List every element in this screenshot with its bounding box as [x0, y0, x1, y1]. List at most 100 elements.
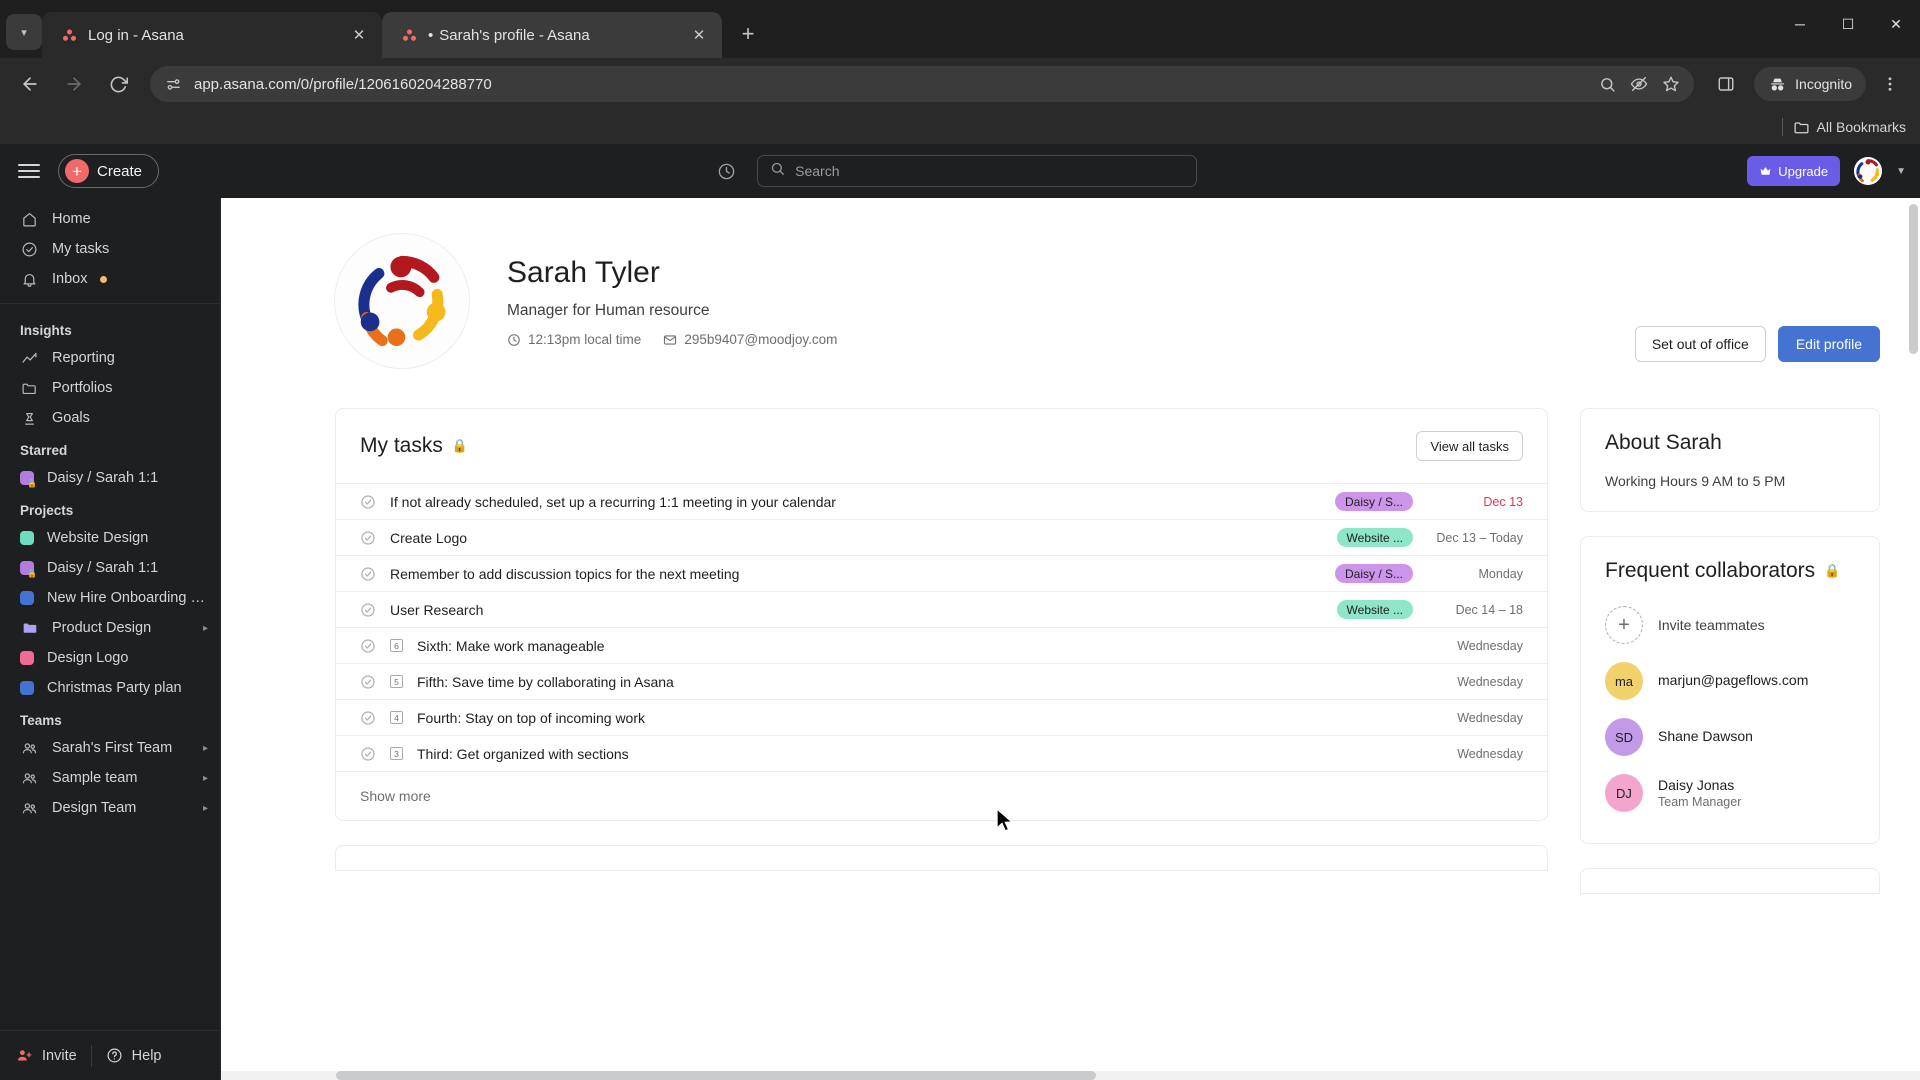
- sidebar-label: Christmas Party plan: [47, 680, 182, 696]
- sidebar-item-christmas-party-plan[interactable]: Christmas Party plan: [0, 673, 220, 703]
- my-tasks-title-group: My tasks 🔒: [360, 434, 1416, 458]
- invite-teammates-row[interactable]: + Invite teammates: [1605, 597, 1855, 653]
- browser-tab-login[interactable]: Log in - Asana ✕: [42, 12, 382, 58]
- close-icon[interactable]: ✕: [346, 22, 372, 48]
- task-due-date: Dec 13 – Today: [1436, 530, 1523, 545]
- browser-tab-profile[interactable]: • Sarah's profile - Asana ✕: [382, 12, 722, 58]
- menu-icon[interactable]: [14, 156, 44, 186]
- sidebar-item-portfolios[interactable]: Portfolios: [0, 373, 220, 403]
- profile-actions: Set out of office Edit profile: [1634, 326, 1880, 362]
- avatar: DJ: [1605, 774, 1643, 812]
- search-icon[interactable]: [1596, 73, 1618, 95]
- forward-icon[interactable]: [54, 64, 94, 104]
- scrollbar-thumb[interactable]: [1909, 204, 1918, 354]
- table-row[interactable]: Remember to add discussion topics for th…: [336, 555, 1547, 591]
- sidebar-item-new-hire-onboarding[interactable]: New Hire Onboarding Ch...: [0, 583, 220, 613]
- sidebar-item-daisy-sarah[interactable]: 🔒 Daisy / Sarah 1:1: [0, 553, 220, 583]
- minimize-icon[interactable]: ─: [1776, 0, 1824, 48]
- project-pill[interactable]: Website ...: [1336, 600, 1413, 619]
- help-button[interactable]: Help: [106, 1047, 162, 1064]
- sidebar-section-teams: Teams: [20, 713, 62, 728]
- hide-tracking-icon[interactable]: [1628, 73, 1650, 95]
- vertical-scrollbar[interactable]: [1909, 204, 1918, 1074]
- upgrade-button[interactable]: Upgrade: [1747, 156, 1841, 186]
- list-item[interactable]: ma marjun@pageflows.com: [1605, 653, 1855, 709]
- table-row[interactable]: If not already scheduled, set up a recur…: [336, 483, 1547, 519]
- recent-activity-icon[interactable]: [709, 154, 743, 188]
- new-tab-button[interactable]: +: [730, 16, 766, 52]
- team-icon: [20, 740, 39, 757]
- project-color-swatch: [20, 591, 34, 605]
- reload-icon[interactable]: [98, 64, 138, 104]
- close-icon[interactable]: ✕: [686, 22, 712, 48]
- chevron-down-icon[interactable]: ▼: [1896, 166, 1906, 177]
- profile-avatar[interactable]: [335, 234, 469, 368]
- table-row[interactable]: 4 Fourth: Stay on top of incoming work W…: [336, 699, 1547, 735]
- sidebar-item-product-design[interactable]: Product Design ▸: [0, 613, 220, 643]
- table-row[interactable]: 3 Third: Get organized with sections Wed…: [336, 735, 1547, 771]
- create-button[interactable]: + Create: [58, 154, 160, 188]
- table-row[interactable]: Create Logo Website ... Dec 13 – Today: [336, 519, 1547, 555]
- list-item[interactable]: SD Shane Dawson: [1605, 709, 1855, 765]
- scrollbar-thumb[interactable]: [336, 1071, 1096, 1080]
- maximize-icon[interactable]: ☐: [1824, 0, 1872, 48]
- incognito-indicator[interactable]: Incognito: [1754, 67, 1866, 101]
- chevron-right-icon[interactable]: ▸: [203, 803, 208, 814]
- site-settings-icon[interactable]: [162, 73, 184, 95]
- back-icon[interactable]: [10, 64, 50, 104]
- about-card: About Sarah Working Hours 9 AM to 5 PM: [1580, 408, 1880, 512]
- profile-role: Manager for Human resource: [507, 302, 710, 319]
- chevron-right-icon[interactable]: ▸: [203, 743, 208, 754]
- chevron-right-icon[interactable]: ▸: [203, 623, 208, 634]
- complete-task-icon[interactable]: [360, 530, 376, 546]
- bookmark-star-icon[interactable]: [1660, 73, 1682, 95]
- side-panel-icon[interactable]: [1706, 64, 1746, 104]
- sidebar-item-website-design[interactable]: Website Design: [0, 523, 220, 553]
- tab-search-button[interactable]: ▾: [6, 14, 42, 50]
- show-more-button[interactable]: Show more: [336, 771, 1547, 820]
- lock-icon: 🔒: [27, 479, 37, 488]
- sidebar-item-sarahs-first-team[interactable]: Sarah's First Team ▸: [0, 733, 220, 763]
- task-name: Sixth: Make work manageable: [417, 637, 605, 654]
- sidebar-item-my-tasks[interactable]: My tasks: [0, 234, 220, 264]
- search-input[interactable]: Search: [757, 155, 1198, 187]
- sidebar-label: Sample team: [52, 770, 138, 786]
- complete-task-icon[interactable]: [360, 566, 376, 582]
- list-item[interactable]: DJ Daisy Jonas Team Manager: [1605, 765, 1855, 821]
- complete-task-icon[interactable]: [360, 746, 376, 762]
- avatar[interactable]: [1854, 157, 1883, 185]
- horizontal-scrollbar[interactable]: [221, 1071, 1920, 1080]
- sidebar-item-home[interactable]: Home: [0, 204, 220, 234]
- set-out-of-office-button[interactable]: Set out of office: [1634, 326, 1766, 362]
- view-all-tasks-button[interactable]: View all tasks: [1416, 431, 1523, 461]
- task-due-date: Wednesday: [1457, 710, 1523, 725]
- sidebar-item-design-team[interactable]: Design Team ▸: [0, 793, 220, 823]
- complete-task-icon[interactable]: [360, 638, 376, 654]
- edit-profile-button[interactable]: Edit profile: [1777, 326, 1880, 362]
- sidebar-item-reporting[interactable]: Reporting: [0, 343, 220, 373]
- sidebar-label: Design Logo: [47, 650, 129, 666]
- invite-button[interactable]: Invite: [16, 1047, 77, 1064]
- table-row[interactable]: User Research Website ... Dec 14 – 18: [336, 591, 1547, 627]
- project-pill[interactable]: Website ...: [1336, 528, 1413, 547]
- sidebar-item-goals[interactable]: Goals: [0, 403, 220, 433]
- sidebar-item-starred-daisy-sarah[interactable]: 🔒 Daisy / Sarah 1:1: [0, 463, 220, 493]
- sidebar-item-inbox[interactable]: Inbox: [0, 264, 220, 294]
- table-row[interactable]: 6 Sixth: Make work manageable Wednesday: [336, 627, 1547, 663]
- complete-task-icon[interactable]: [360, 674, 376, 690]
- table-row[interactable]: 5 Fifth: Save time by collaborating in A…: [336, 663, 1547, 699]
- sidebar-item-sample-team[interactable]: Sample team ▸: [0, 763, 220, 793]
- browser-menu-icon[interactable]: [1870, 64, 1910, 104]
- sidebar-item-design-logo[interactable]: Design Logo: [0, 643, 220, 673]
- complete-task-icon[interactable]: [360, 602, 376, 618]
- chevron-right-icon[interactable]: ▸: [203, 773, 208, 784]
- complete-task-icon[interactable]: [360, 494, 376, 510]
- address-bar[interactable]: app.asana.com/0/profile/1206160204288770: [150, 66, 1695, 102]
- complete-task-icon[interactable]: [360, 710, 376, 726]
- close-window-icon[interactable]: ✕: [1872, 0, 1920, 48]
- task-name: Remember to add discussion topics for th…: [390, 565, 740, 582]
- project-color-swatch: 🔒: [20, 561, 37, 578]
- all-bookmarks-button[interactable]: All Bookmarks: [1793, 119, 1906, 136]
- project-pill[interactable]: Daisy / S...: [1334, 492, 1413, 511]
- project-pill[interactable]: Daisy / S...: [1334, 564, 1413, 583]
